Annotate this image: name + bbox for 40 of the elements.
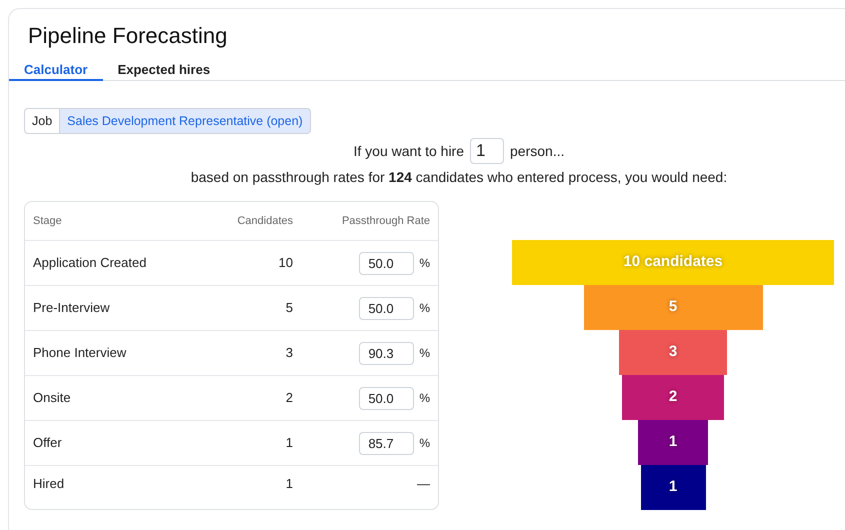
job-value[interactable]: Sales Development Representative (open): [60, 108, 311, 134]
percent-unit: %: [419, 255, 430, 272]
rate-field[interactable]: 85.7: [359, 432, 414, 454]
column-header: Passthrough Rate: [340, 214, 430, 229]
candidates-cell-text: 10: [278, 254, 293, 272]
stage-cell-text: Pre-Interview: [33, 299, 111, 318]
stage-cell-text: Onsite: [33, 389, 72, 408]
candidates-cell-text: 1: [284, 475, 293, 494]
funnel-bar: 1: [640, 465, 706, 510]
stage-cell-text: Phone Interview: [33, 344, 128, 362]
stage-cell-text: Application Created: [33, 254, 148, 272]
rate-field[interactable]: 50.0: [359, 386, 414, 410]
funnel-bar: 1: [638, 420, 708, 465]
column-header: Candidates: [236, 214, 293, 229]
rate-field[interactable]: 50.0: [359, 296, 414, 320]
candidates-cell-text: 5: [284, 299, 293, 318]
stage-cell-text: Hired: [33, 475, 66, 494]
funnel-bar: 5: [584, 285, 762, 330]
candidates-cell-text: 1: [284, 434, 293, 452]
funnel-bar: 10 candidates: [512, 240, 834, 285]
percent-unit: %: [419, 300, 430, 317]
percent-unit: %: [419, 345, 430, 362]
hire-prompt-text: person...: [510, 142, 564, 161]
rate-field[interactable]: 90.3: [359, 342, 414, 364]
funnel-bar: 2: [622, 375, 724, 420]
rate-cell-text: —: [417, 475, 430, 494]
percent-unit: %: [419, 435, 430, 452]
rate-field[interactable]: 50.0: [359, 252, 414, 274]
tab[interactable]: Expected hires: [102, 60, 226, 81]
candidates-cell-text: 3: [284, 344, 293, 362]
candidates-cell-text: 2: [284, 389, 293, 408]
percent-unit: %: [419, 390, 430, 407]
column-header: Stage: [33, 214, 63, 229]
funnel-bar: 3: [619, 330, 727, 375]
stage-cell-text: Offer: [33, 434, 63, 452]
hire-prompt-text: If you want to hire: [354, 142, 464, 161]
tab[interactable]: Calculator: [9, 60, 103, 81]
page-title: Pipeline Forecasting: [27, 22, 228, 50]
summary-text: based on passthrough rates for 124 candidates who entered process, you would need:: [190, 169, 728, 185]
hire-count-field[interactable]: 1: [470, 138, 504, 164]
